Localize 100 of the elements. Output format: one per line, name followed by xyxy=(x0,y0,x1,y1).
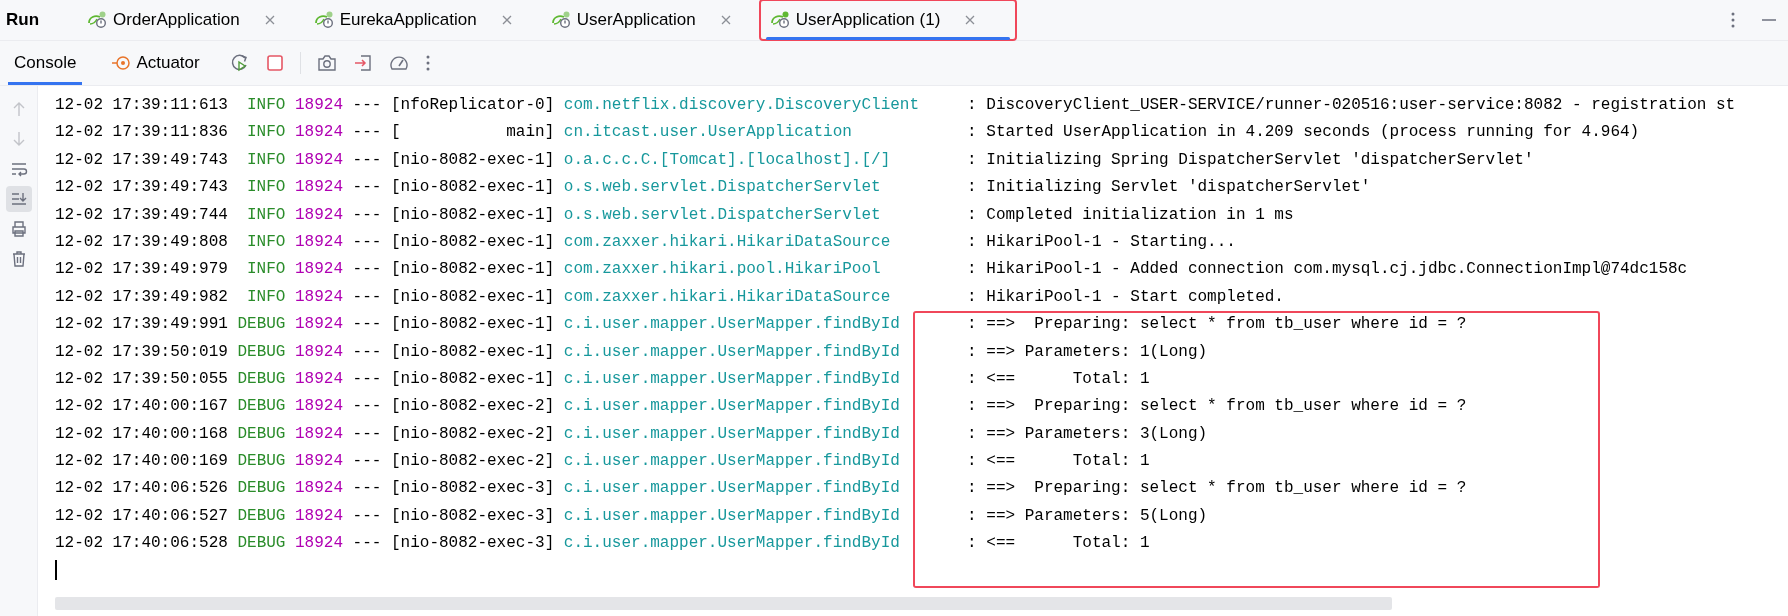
log-level: INFO xyxy=(246,259,286,281)
log-level: DEBUG xyxy=(237,533,286,555)
log-level: INFO xyxy=(246,286,286,308)
log-time: 12-02 17:40:06:526 xyxy=(55,478,228,500)
log-message: : HikariPool-1 - Added connection com.mysql.cj.jdbc.ConnectionImpl@74dc158c xyxy=(967,259,1688,281)
close-icon[interactable] xyxy=(719,14,732,26)
log-time: 12-02 17:39:49:743 xyxy=(55,149,228,171)
stop-icon[interactable] xyxy=(265,54,284,72)
log-message: : ==> Preparing: select * from tb_user where id = ? xyxy=(967,314,1467,336)
log-logger: com.zaxxer.hikari.HikariDataSource xyxy=(563,286,892,308)
log-level: DEBUG xyxy=(237,396,286,418)
log-time: 12-02 17:39:11:613 xyxy=(55,95,228,116)
log-logger: o.s.web.servlet.DispatcherServlet xyxy=(563,204,882,226)
view-tab[interactable]: Actuator xyxy=(106,41,206,85)
log-pid: 18924 xyxy=(295,396,343,418)
log-level: DEBUG xyxy=(237,423,286,445)
log-separator: --- xyxy=(352,396,382,418)
log-separator: --- xyxy=(352,286,382,308)
log-logger: c.i.user.mapper.UserMapper.findById xyxy=(563,314,901,336)
log-pid: 18924 xyxy=(295,259,343,281)
more-icon[interactable] xyxy=(1730,11,1736,29)
horizontal-scrollbar[interactable] xyxy=(55,597,1392,610)
log-time: 12-02 17:39:49:979 xyxy=(55,259,228,281)
log-separator: --- xyxy=(352,231,382,253)
rerun-icon[interactable] xyxy=(229,53,250,73)
log-thread: [nio-8082-exec-1] xyxy=(391,368,555,390)
log-time: 12-02 17:39:11:836 xyxy=(55,122,228,144)
log-thread: [nio-8082-exec-2] xyxy=(391,396,555,418)
run-tab[interactable]: OrderApplication xyxy=(77,0,290,40)
log-time: 12-02 17:39:50:019 xyxy=(55,341,228,363)
minimize-icon[interactable] xyxy=(1762,18,1776,22)
log-level: INFO xyxy=(246,177,286,199)
more-icon[interactable] xyxy=(424,54,431,72)
log-logger: cn.itcast.user.UserApplication xyxy=(563,122,853,144)
log-thread: [nio-8082-exec-1] xyxy=(391,149,555,171)
log-pid: 18924 xyxy=(295,478,343,500)
log-level: INFO xyxy=(246,122,286,144)
log-level: DEBUG xyxy=(237,451,286,473)
log-separator: --- xyxy=(352,423,382,445)
log-separator: --- xyxy=(352,95,382,116)
log-separator: --- xyxy=(352,122,382,144)
log-thread: [nio-8082-exec-2] xyxy=(391,423,555,445)
log-time: 12-02 17:40:00:168 xyxy=(55,423,228,445)
log-time: 12-02 17:39:49:991 xyxy=(55,314,228,336)
scroll-to-end-button[interactable] xyxy=(5,186,32,212)
log-pid: 18924 xyxy=(295,505,343,527)
scroll-end-icon xyxy=(9,190,28,208)
log-separator: --- xyxy=(352,314,382,336)
log-logger: c.i.user.mapper.UserMapper.findById xyxy=(563,341,901,363)
log-time: 12-02 17:40:00:169 xyxy=(55,451,228,473)
camera-icon[interactable] xyxy=(316,54,337,72)
spring-app-icon xyxy=(550,11,571,29)
log-pid: 18924 xyxy=(295,286,343,308)
log-pid: 18924 xyxy=(295,177,343,199)
log-thread: [nio-8082-exec-1] xyxy=(391,314,555,336)
log-logger: com.zaxxer.hikari.HikariDataSource xyxy=(563,231,892,253)
log-message: : <== Total: 1 xyxy=(967,533,1150,555)
log-thread: [nio-8082-exec-1] xyxy=(391,286,555,308)
close-icon[interactable] xyxy=(263,14,276,26)
log-message: : Initializing Servlet 'dispatcherServlet' xyxy=(967,177,1371,199)
gauge-icon[interactable] xyxy=(388,54,409,72)
log-pid: 18924 xyxy=(295,368,343,390)
log-time: 12-02 17:40:06:527 xyxy=(55,505,228,527)
import-icon[interactable] xyxy=(352,53,373,73)
log-thread: [nio-8082-exec-3] xyxy=(391,478,555,500)
log-level: DEBUG xyxy=(237,368,286,390)
log-thread: [nio-8082-exec-2] xyxy=(391,451,555,473)
log-separator: --- xyxy=(352,149,382,171)
log-pid: 18924 xyxy=(295,451,343,473)
log-pid: 18924 xyxy=(295,341,343,363)
run-tab[interactable]: UserApplication xyxy=(540,0,746,40)
text-cursor xyxy=(55,559,57,580)
log-time: 12-02 17:39:50:055 xyxy=(55,368,228,390)
log-pid: 18924 xyxy=(295,95,343,116)
log-time: 12-02 17:39:49:982 xyxy=(55,286,228,308)
log-separator: --- xyxy=(352,478,382,500)
close-icon[interactable] xyxy=(964,14,977,26)
log-separator: --- xyxy=(352,505,382,527)
log-pid: 18924 xyxy=(295,149,343,171)
log-pid: 18924 xyxy=(295,204,343,226)
wrap-icon xyxy=(9,160,28,178)
log-time: 12-02 17:39:49:743 xyxy=(55,177,228,199)
log-level: INFO xyxy=(246,149,286,171)
log-logger: c.i.user.mapper.UserMapper.findById xyxy=(563,423,901,445)
log-level: INFO xyxy=(246,95,286,116)
log-time: 12-02 17:40:00:167 xyxy=(55,396,228,418)
log-thread: [nio-8082-exec-1] xyxy=(391,259,555,281)
log-level: INFO xyxy=(246,231,286,253)
log-level: DEBUG xyxy=(237,341,286,363)
log-message: : Initializing Spring DispatcherServlet 'dispatcherServlet' xyxy=(967,149,1534,171)
log-logger: c.i.user.mapper.UserMapper.findById xyxy=(563,478,901,500)
run-tab[interactable]: UserApplication (1) xyxy=(759,0,1017,40)
run-tab[interactable]: EurekaApplication xyxy=(303,0,527,40)
log-message: : HikariPool-1 - Start completed. xyxy=(967,286,1284,308)
log-logger: c.i.user.mapper.UserMapper.findById xyxy=(563,396,901,418)
view-tab[interactable]: Console xyxy=(8,41,83,85)
log-thread: [nio-8082-exec-1] xyxy=(391,231,555,253)
log-logger: com.netflix.discovery.DiscoveryClient xyxy=(563,95,921,116)
panel-title: Run xyxy=(6,10,40,30)
close-icon[interactable] xyxy=(500,14,513,26)
